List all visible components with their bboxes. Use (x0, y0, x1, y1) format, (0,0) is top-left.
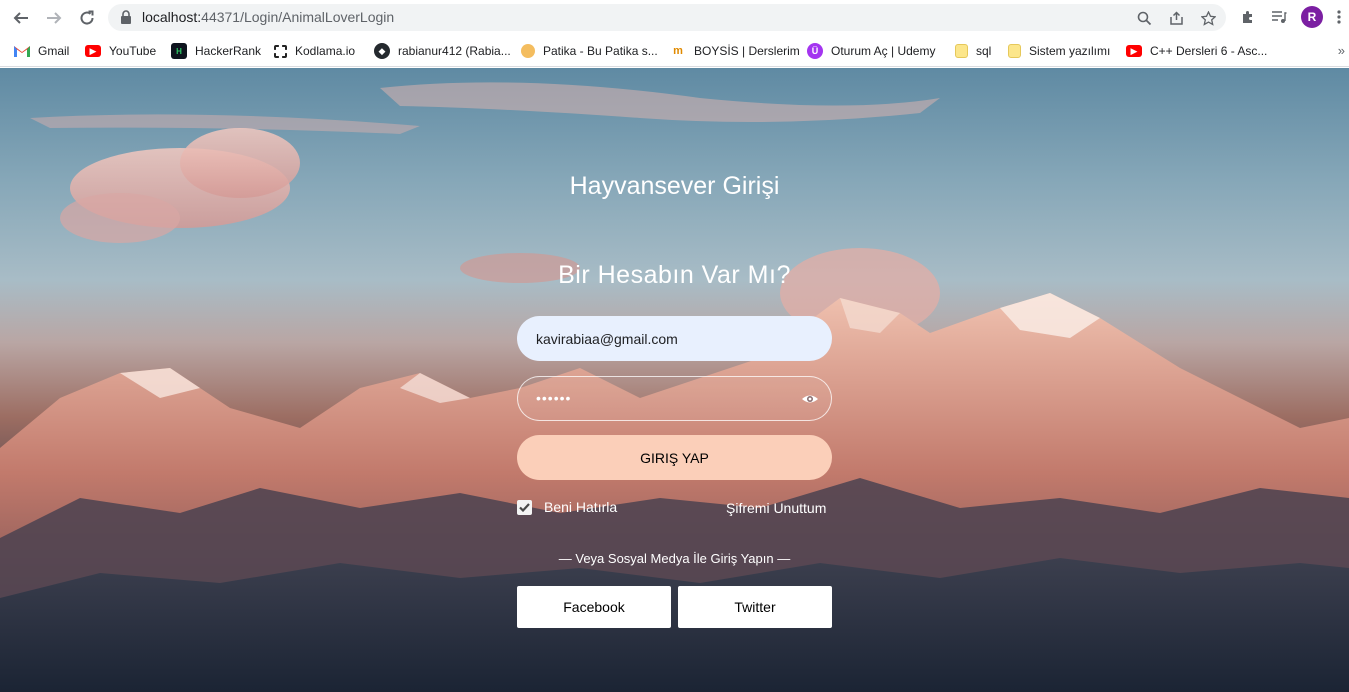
youtube-icon: ▶ (1126, 45, 1142, 57)
password-input[interactable]: •••••• (517, 376, 832, 421)
magnifier-icon (1137, 11, 1151, 25)
bookmark-cpp-dersleri[interactable]: ▶ C++ Dersleri 6 - Asc... (1126, 41, 1267, 61)
remember-me-label[interactable]: Beni Hatırla (544, 499, 617, 515)
remember-me: Beni Hatırla (517, 499, 617, 515)
browser-toolbar: localhost:44371/Login/AnimalLoverLogin R (0, 0, 1349, 35)
bookmark-star-button[interactable] (1198, 8, 1218, 28)
url-text: localhost:44371/Login/AnimalLoverLogin (142, 9, 395, 25)
address-bar[interactable]: localhost:44371/Login/AnimalLoverLogin (108, 4, 1226, 31)
page-title: Hayvansever Girişi (569, 172, 780, 200)
hackerrank-icon: H (171, 43, 187, 59)
login-page: Hayvansever Girişi Bir Hesabın Var Mı? •… (0, 68, 1349, 692)
bookmark-gmail[interactable]: Gmail (14, 41, 69, 61)
boysis-icon: m (673, 45, 683, 57)
kodlama-icon (274, 44, 287, 58)
share-button[interactable] (1166, 8, 1186, 28)
profile-avatar[interactable]: R (1301, 6, 1323, 28)
bookmark-patika[interactable]: Patika - Bu Patika s... (521, 41, 658, 61)
github-icon: ◆ (374, 43, 390, 59)
lock-icon (121, 10, 131, 24)
menu-button[interactable] (1333, 6, 1345, 28)
bookmark-hackerrank[interactable]: H HackerRank (171, 41, 261, 61)
facebook-login-button[interactable]: Facebook (517, 586, 671, 628)
login-button[interactable]: GIRIŞ YAP (517, 435, 832, 480)
reload-icon (80, 10, 94, 25)
form-subtitle: Bir Hesabın Var Mı? (558, 261, 791, 289)
zoom-button[interactable] (1134, 8, 1154, 28)
star-icon (1200, 10, 1216, 26)
bookmark-folder-sistem[interactable]: Sistem yazılımı (1008, 41, 1110, 61)
reload-button[interactable] (75, 6, 99, 30)
share-icon (1169, 10, 1183, 25)
bookmarks-bar: Gmail ▶ YouTube H HackerRank Kodlama.io … (0, 35, 1349, 67)
back-button[interactable] (9, 6, 33, 30)
media-button[interactable] (1268, 6, 1290, 28)
bookmark-kodlama[interactable]: Kodlama.io (274, 41, 355, 61)
gmail-icon (14, 43, 30, 59)
email-input[interactable] (517, 316, 832, 361)
eye-icon[interactable] (801, 390, 819, 408)
bookmark-github[interactable]: ◆ rabianur412 (Rabia... (374, 41, 511, 61)
checkmark-icon (519, 502, 530, 512)
password-mask: •••••• (536, 390, 572, 406)
forward-button[interactable] (42, 6, 66, 30)
puzzle-icon (1243, 11, 1252, 23)
udemy-icon: Ü (807, 43, 823, 59)
folder-icon (1008, 44, 1021, 58)
arrow-left-icon (13, 12, 28, 24)
kebab-menu-icon (1337, 10, 1341, 24)
twitter-login-button[interactable]: Twitter (678, 586, 832, 628)
arrow-right-icon (47, 12, 62, 24)
more-bookmarks-button[interactable]: » (1338, 43, 1345, 58)
extensions-button[interactable] (1237, 6, 1259, 28)
remember-me-checkbox[interactable] (517, 499, 532, 515)
social-login-divider: — Veya Sosyal Medya İle Giriş Yapın — (558, 551, 791, 566)
folder-icon (955, 44, 968, 58)
bookmark-udemy[interactable]: Ü Oturum Aç | Udemy (807, 41, 935, 61)
bookmark-folder-sql[interactable]: sql (955, 41, 991, 61)
bookmark-boysis[interactable]: m BOYSİS | Derslerim (670, 41, 800, 61)
bookmark-youtube[interactable]: ▶ YouTube (85, 41, 156, 61)
youtube-icon: ▶ (85, 45, 101, 57)
forgot-password-link[interactable]: Şifremi Unuttum (726, 500, 826, 516)
patika-icon (521, 44, 535, 58)
playlist-icon (1272, 11, 1287, 23)
